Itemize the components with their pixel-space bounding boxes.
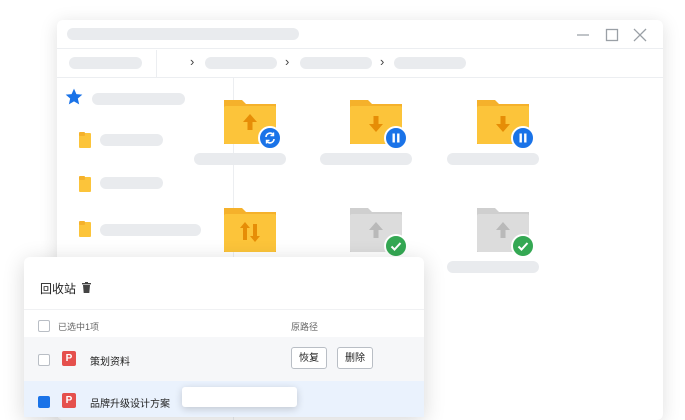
maximize-icon[interactable] [604,27,620,43]
pause-icon [511,126,535,150]
folder-icon [79,176,91,192]
row-checkbox[interactable] [38,396,50,408]
folder-name-placeholder [447,261,539,273]
row-checkbox[interactable] [38,354,50,366]
restore-button[interactable]: 恢复 [291,347,327,369]
breadcrumb-item[interactable] [394,57,466,69]
folder-item[interactable] [447,96,557,186]
folder-item[interactable] [320,96,430,186]
breadcrumb-chevron-icon: › [285,54,290,69]
select-all-checkbox[interactable] [38,320,50,332]
check-icon [384,234,408,258]
breadcrumb-item[interactable] [300,57,372,69]
folder-icon [222,96,282,150]
folder-icon [475,96,535,150]
folder-item[interactable] [447,204,557,294]
breadcrumb-item[interactable] [205,57,277,69]
breadcrumb-chevron-icon: › [190,54,195,69]
minimize-icon[interactable] [575,27,591,43]
file-name: 品牌升级设计方案 [90,399,170,410]
folder-name-placeholder [447,153,539,165]
sidebar-favorites-label[interactable] [92,93,185,105]
folder-item[interactable] [194,96,304,186]
pdf-icon: P [62,393,76,408]
sync-icon [258,126,282,150]
table-row[interactable]: P 策划资料 恢复 删除 [24,337,424,381]
original-path-header: 原路径 [291,322,319,332]
pdf-icon: P [62,351,76,366]
delete-button[interactable]: 删除 [337,347,373,369]
star-icon[interactable] [64,87,84,107]
file-name: 策划资料 [90,357,130,368]
folder-icon [222,204,278,254]
folder-name-placeholder [320,153,412,165]
sidebar-item[interactable] [100,224,201,236]
sidebar-item[interactable] [100,134,163,146]
folder-icon [79,221,91,237]
folder-name-placeholder [194,153,286,165]
check-icon [511,234,535,258]
trash-icon[interactable] [82,282,91,293]
back-nav-placeholder[interactable] [69,57,142,69]
selected-count: 已选中1项 [58,322,100,332]
folder-icon [79,132,91,148]
folder-icon [348,204,408,258]
table-header: 已选中1项 原路径 [24,309,424,340]
folder-icon [348,96,408,150]
pause-icon [384,126,408,150]
breadcrumb-chevron-icon: › [380,54,385,69]
sidebar-item[interactable] [100,177,163,189]
close-icon[interactable] [632,27,648,43]
path-bar-divider [156,50,157,78]
title-bar [57,20,663,48]
folder-icon [475,204,535,258]
context-menu [182,387,297,407]
window-title-placeholder [67,28,299,40]
recycle-bin-title: 回收站 [40,282,77,296]
